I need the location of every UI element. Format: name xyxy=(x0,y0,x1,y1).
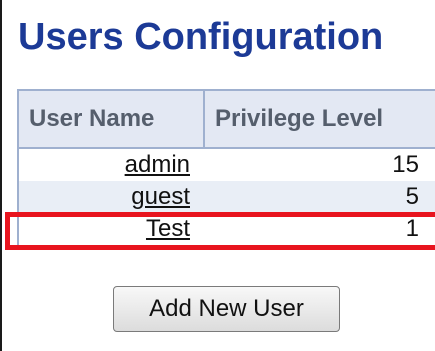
table-header-row: User Name Privilege Level xyxy=(18,90,435,149)
table-row: guest 5 xyxy=(18,181,435,213)
privilege-level-cell: 15 xyxy=(204,148,435,181)
users-table: User Name Privilege Level admin 15 guest… xyxy=(17,89,435,247)
privilege-level-cell: 1 xyxy=(204,213,435,246)
privilege-level-cell: 5 xyxy=(204,181,435,213)
column-header-privilege-level: Privilege Level xyxy=(204,90,435,149)
column-header-user-name: User Name xyxy=(18,90,205,149)
page-title: Users Configuration xyxy=(18,16,384,58)
user-link-test[interactable]: Test xyxy=(146,215,190,242)
user-name-cell: guest xyxy=(18,181,204,213)
user-link-admin[interactable]: admin xyxy=(125,151,190,178)
user-name-cell: Test xyxy=(18,213,204,246)
table-row: admin 15 xyxy=(18,148,435,181)
user-name-cell: admin xyxy=(18,148,204,181)
table-row: Test 1 xyxy=(18,213,435,246)
page-left-border xyxy=(0,0,2,351)
user-link-guest[interactable]: guest xyxy=(131,183,190,210)
add-new-user-button[interactable]: Add New User xyxy=(113,286,340,332)
